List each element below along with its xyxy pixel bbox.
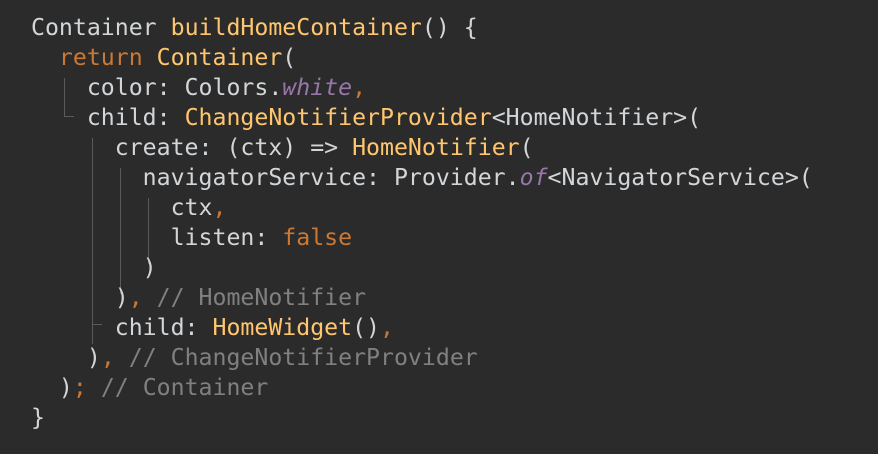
code-token: ( <box>519 134 534 161</box>
code-line: color: Colors.white, <box>31 73 813 103</box>
code-token: HomeNotifier <box>352 134 520 161</box>
code-token: , <box>212 194 227 221</box>
code-token: } <box>31 404 45 431</box>
code-line: create: (ctx) => HomeNotifier( <box>31 133 813 163</box>
code-token: // Container <box>100 374 269 401</box>
code-line: ), // HomeNotifier <box>31 283 813 313</box>
code-token: navigatorService: Provider. <box>31 164 520 191</box>
code-token: ) <box>31 374 73 401</box>
code-line: ), // ChangeNotifierProvider <box>31 343 813 373</box>
code-token: ChangeNotifierProvider <box>184 104 492 131</box>
code-line: ) <box>31 253 813 283</box>
code-token: () <box>352 314 381 341</box>
code-token: // ChangeNotifierProvider <box>128 344 478 371</box>
code-token: , <box>352 74 367 101</box>
code-token: child: <box>31 104 185 131</box>
code-token: Container <box>31 14 171 41</box>
code-token: HomeWidget <box>212 314 353 341</box>
code-token: ) <box>31 344 101 371</box>
code-line: Container buildHomeContainer() { <box>31 13 813 43</box>
code-token: , <box>380 314 394 341</box>
code-token: <NavigatorService>( <box>547 164 813 191</box>
code-line: child: ChangeNotifierProvider<HomeNotifi… <box>31 103 813 133</box>
code-token: , <box>128 284 157 311</box>
code-token: Container <box>156 44 283 71</box>
code-token: false <box>282 224 353 251</box>
code-editor[interactable]: Container buildHomeContainer() { return … <box>0 0 878 454</box>
code-token: buildHomeContainer <box>170 14 422 41</box>
code-block[interactable]: Container buildHomeContainer() { return … <box>31 13 813 433</box>
code-token: return <box>58 44 157 71</box>
code-token: ctx <box>31 194 213 221</box>
code-token: color: Colors. <box>31 74 283 101</box>
code-line: ctx, <box>31 193 813 223</box>
code-line: return Container( <box>31 43 813 73</box>
code-token: child: <box>31 314 213 341</box>
code-line: navigatorService: Provider.of<NavigatorS… <box>31 163 813 193</box>
code-token: create: (ctx) => <box>31 134 353 161</box>
code-line: } <box>31 403 813 433</box>
code-token: , <box>100 344 129 371</box>
code-line: child: HomeWidget(), <box>31 313 813 343</box>
code-line: listen: false <box>31 223 813 253</box>
code-token: ) <box>31 284 129 311</box>
code-token: // HomeNotifier <box>156 284 367 311</box>
code-token: white <box>282 74 353 101</box>
code-token: of <box>519 164 548 191</box>
code-token: ) <box>31 254 157 281</box>
code-token: () { <box>421 14 478 41</box>
code-line: ); // Container <box>31 373 813 403</box>
code-token: listen: <box>31 224 283 251</box>
code-token: <HomeNotifier>( <box>491 104 702 131</box>
code-token: ( <box>282 44 297 71</box>
code-token: ; <box>72 374 101 401</box>
